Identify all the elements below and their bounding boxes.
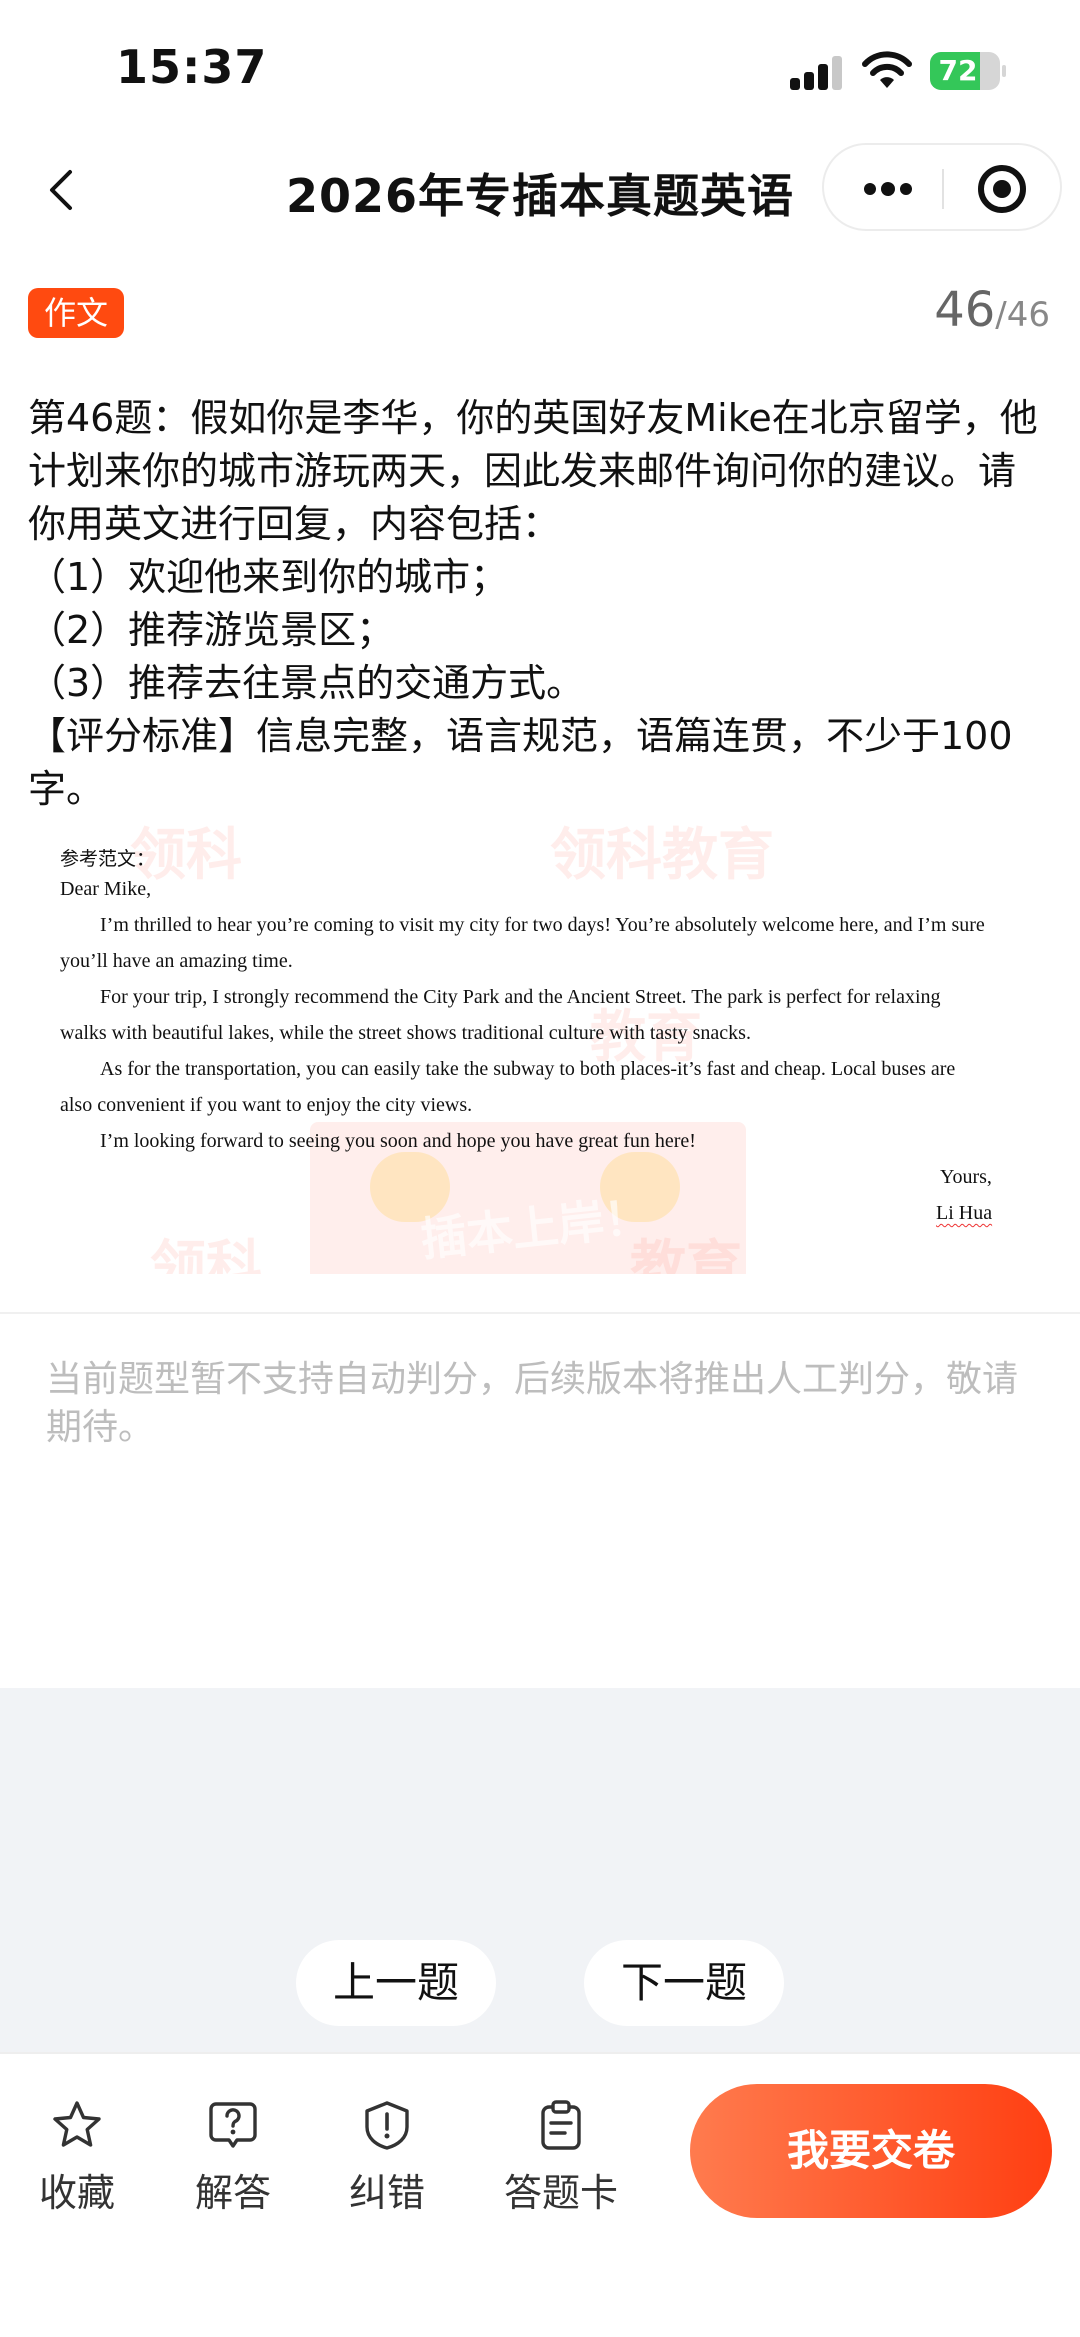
content-footer-area	[0, 1688, 1080, 2052]
question-line: 第46题：假如你是李华，你的英国好友Mike在北京留学，他计划来你的城市游玩两天…	[28, 396, 1038, 546]
essay-greeting: Dear Mike,	[60, 878, 152, 900]
question-line: （3）推荐去往景点的交通方式。	[28, 661, 585, 705]
answer-label: 解答	[194, 2171, 271, 2215]
mini-program-capsule	[822, 143, 1062, 231]
battery-icon: 72	[930, 52, 1006, 90]
reference-essay-image: 领科 领科教育 教育 领科 教育 插本上岸！ 参考范文： Dear Mike, …	[30, 822, 1030, 1274]
divider	[0, 1312, 1080, 1314]
report-label: 纠错	[348, 2171, 425, 2215]
essay-line: also convenient if you want to enjoy the…	[60, 1094, 473, 1116]
alert-icon	[365, 2101, 409, 2150]
star-icon	[53, 2101, 101, 2147]
essay-signature: Li Hua	[936, 1202, 993, 1224]
essay-line: walks with beautiful lakes, while the st…	[60, 1022, 751, 1044]
watermark: 领科教育	[550, 823, 774, 888]
report-error-button[interactable]: 纠错	[312, 2098, 462, 2217]
battery-level: 72	[938, 54, 978, 87]
essay-heading: 参考范文：	[60, 848, 156, 870]
essay-closing: Yours,	[940, 1166, 992, 1188]
page-title: 2026年专插本真题英语	[285, 169, 795, 223]
progress-total: /46	[995, 295, 1050, 335]
watermark: 领科	[150, 1235, 262, 1274]
question-bubble-icon	[209, 2102, 257, 2148]
answer-card-label: 答题卡	[503, 2171, 618, 2215]
wifi-icon	[862, 51, 912, 88]
progress-current: 46	[934, 282, 996, 338]
question-type-badge: 作文	[28, 288, 125, 338]
clipboard-icon	[541, 2100, 581, 2150]
question-text: 第46题：假如你是李华，你的英国好友Mike在北京留学，他计划来你的城市游玩两天…	[28, 392, 1052, 816]
essay-line: you’ll have an amazing time.	[60, 950, 293, 972]
essay-line: I’m thrilled to hear you’re coming to vi…	[100, 914, 985, 936]
answer-button[interactable]: 解答	[158, 2098, 308, 2217]
close-mini-program-icon[interactable]	[978, 165, 1026, 213]
stamp-text: 插本上岸！	[418, 1189, 653, 1267]
cellular-signal-icon	[790, 56, 844, 90]
essay-line: As for the transportation, you can easil…	[100, 1058, 956, 1080]
question-line: 【评分标准】信息完整，语言规范，语篇连贯，不少于100字。	[28, 714, 1013, 811]
question-line: （2）推荐游览景区；	[28, 608, 395, 652]
essay-line: I’m looking forward to seeing you soon a…	[100, 1130, 696, 1152]
status-time: 15:37	[116, 40, 268, 94]
more-icon[interactable]	[860, 173, 916, 205]
grading-notice: 当前题型暂不支持自动判分，后续版本将推出人工判分，敬请期待。	[46, 1359, 1019, 1448]
status-bar: 15:37 72	[0, 0, 1080, 140]
answer-card-button[interactable]: 答题卡	[486, 2098, 636, 2217]
back-arrow-icon[interactable]	[36, 162, 92, 218]
next-question-button[interactable]: 下一题	[584, 1940, 784, 2026]
previous-question-button[interactable]: 上一题	[296, 1940, 496, 2026]
question-progress: 46/46	[934, 282, 1050, 338]
essay-line: For your trip, I strongly recommend the …	[100, 986, 941, 1008]
question-line: （1）欢迎他来到你的城市；	[28, 555, 509, 599]
favorite-label: 收藏	[38, 2171, 115, 2215]
bottom-toolbar: 收藏 解答 纠错 答题卡 我要交卷	[0, 2052, 1080, 2337]
favorite-button[interactable]: 收藏	[2, 2098, 152, 2217]
submit-exam-button[interactable]: 我要交卷	[690, 2084, 1052, 2218]
nav-bar: 2026年专插本真题英语	[0, 140, 1080, 240]
